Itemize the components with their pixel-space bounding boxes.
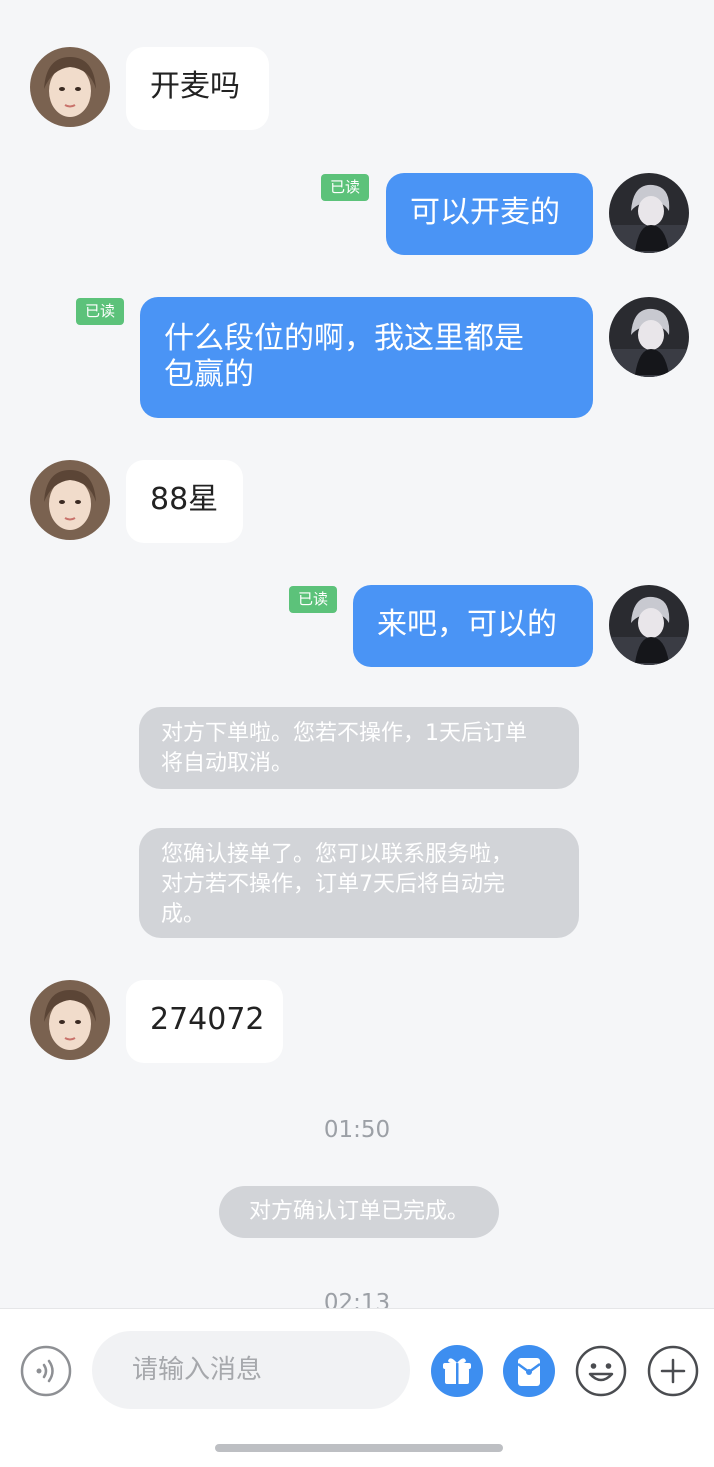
girl-avatar-icon bbox=[30, 460, 110, 540]
chat-area[interactable]: 开麦吗 已读 可以开麦的 已读 什么段位的啊，我这里都是 包赢的 88星 已读 … bbox=[0, 0, 714, 1308]
voice-icon bbox=[20, 1345, 72, 1397]
girl-avatar-icon bbox=[30, 47, 110, 127]
notice-line: 您确认接单了。您可以联系服务啦， bbox=[161, 842, 514, 867]
anime-boy-avatar-icon bbox=[609, 297, 689, 377]
add-icon bbox=[647, 1345, 699, 1397]
add-button[interactable] bbox=[646, 1344, 700, 1398]
contact-avatar[interactable] bbox=[30, 460, 110, 540]
my-avatar[interactable] bbox=[609, 585, 689, 665]
notice-line: 成。 bbox=[161, 902, 206, 927]
system-notice: 对方确认订单已完成。 bbox=[219, 1186, 499, 1238]
input-placeholder: 请输入消息 bbox=[132, 1355, 263, 1385]
message-text: 来吧，可以的 bbox=[377, 607, 557, 642]
outgoing-message[interactable]: 什么段位的啊，我这里都是 包赢的 bbox=[140, 297, 593, 418]
emoji-button[interactable] bbox=[574, 1344, 628, 1398]
message-text: 可以开麦的 bbox=[410, 195, 560, 230]
timestamp: 01:50 bbox=[323, 1117, 391, 1143]
gift-icon bbox=[431, 1345, 483, 1397]
girl-avatar-icon bbox=[30, 980, 110, 1060]
red-envelope-button[interactable] bbox=[502, 1344, 556, 1398]
notice-text: 对方确认订单已完成。 bbox=[248, 1199, 469, 1224]
system-notice: 您确认接单了。您可以联系服务啦， 对方若不操作，订单7天后将自动完 成。 bbox=[139, 828, 579, 938]
message-text: 88星 bbox=[150, 482, 219, 517]
incoming-message[interactable]: 274072 bbox=[126, 980, 283, 1063]
incoming-message[interactable]: 开麦吗 bbox=[126, 47, 269, 130]
notice-line: 将自动取消。 bbox=[161, 751, 294, 776]
message-text-line: 包赢的 bbox=[164, 357, 254, 392]
message-text: 开麦吗 bbox=[150, 69, 240, 104]
emoji-icon bbox=[575, 1345, 627, 1397]
outgoing-message[interactable]: 来吧，可以的 bbox=[353, 585, 593, 667]
incoming-message[interactable]: 88星 bbox=[126, 460, 243, 543]
home-indicator[interactable] bbox=[215, 1444, 503, 1452]
message-input[interactable]: 请输入消息 bbox=[92, 1331, 410, 1409]
contact-avatar[interactable] bbox=[30, 47, 110, 127]
read-status-badge: 已读 bbox=[289, 586, 337, 613]
notice-line: 对方若不操作，订单7天后将自动完 bbox=[161, 872, 505, 897]
my-avatar[interactable] bbox=[609, 173, 689, 253]
system-notice: 对方下单啦。您若不操作，1天后订单 将自动取消。 bbox=[139, 707, 579, 789]
notice-line: 对方下单啦。您若不操作，1天后订单 bbox=[161, 721, 527, 746]
message-text: 274072 bbox=[150, 1002, 265, 1037]
gift-button[interactable] bbox=[430, 1344, 484, 1398]
anime-boy-avatar-icon bbox=[609, 173, 689, 253]
message-text-line: 什么段位的啊，我这里都是 bbox=[164, 321, 524, 356]
voice-button[interactable] bbox=[19, 1344, 73, 1398]
contact-avatar[interactable] bbox=[30, 980, 110, 1060]
read-status-badge: 已读 bbox=[321, 174, 369, 201]
anime-boy-avatar-icon bbox=[609, 585, 689, 665]
my-avatar[interactable] bbox=[609, 297, 689, 377]
red-envelope-icon bbox=[503, 1345, 555, 1397]
outgoing-message[interactable]: 可以开麦的 bbox=[386, 173, 593, 255]
read-status-badge: 已读 bbox=[76, 298, 124, 325]
timestamp: 02:13 bbox=[323, 1290, 391, 1308]
